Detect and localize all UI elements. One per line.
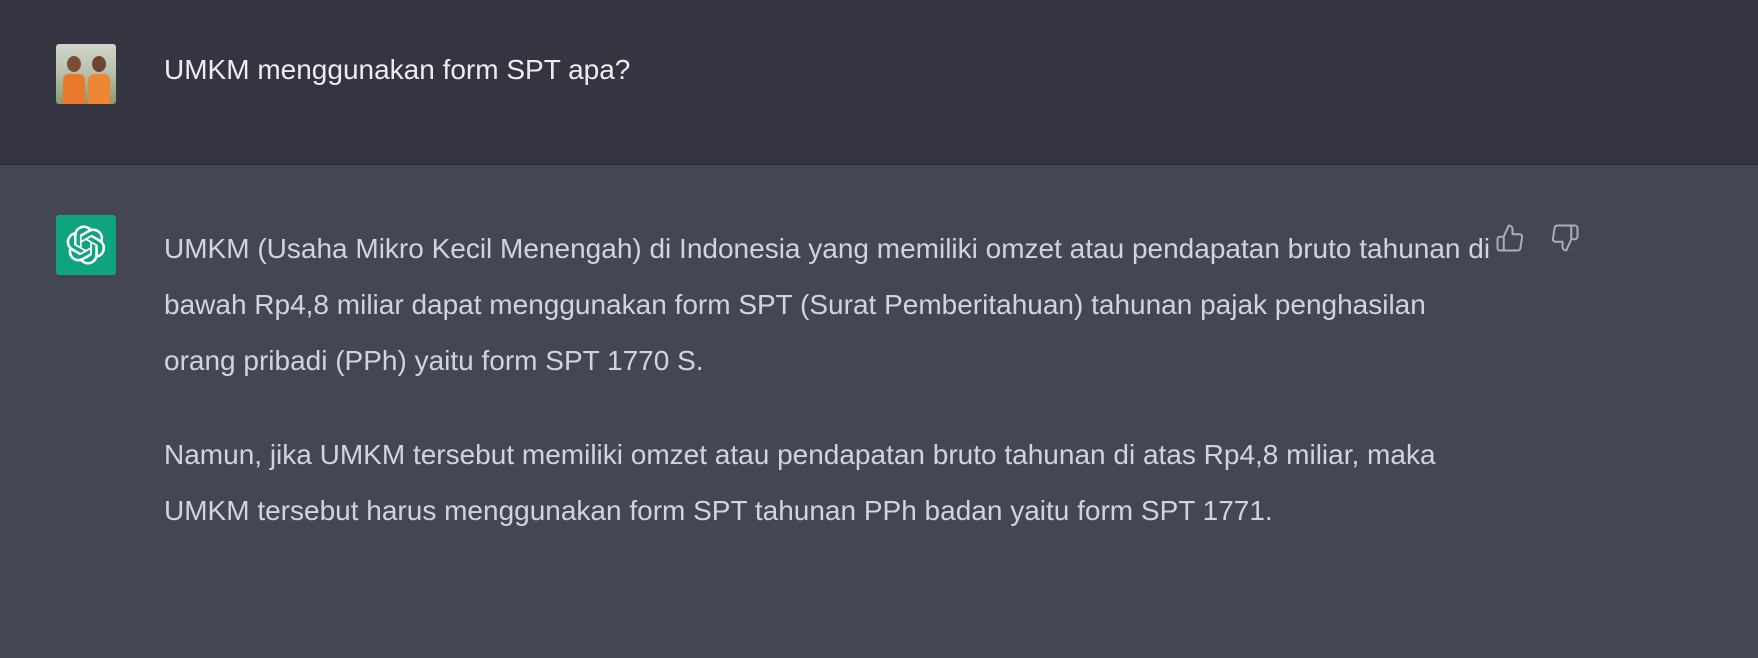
user-message-row: UMKM menggunakan form SPT apa? (0, 0, 1758, 165)
assistant-message-text: UMKM (Usaha Mikro Kecil Menengah) di Ind… (164, 221, 1504, 577)
answer-paragraph: UMKM (Usaha Mikro Kecil Menengah) di Ind… (164, 233, 1491, 376)
avatar-figure-body (88, 74, 110, 104)
avatar-figure-body (63, 74, 85, 104)
thumbs-down-icon (1551, 224, 1579, 252)
answer-paragraph: Namun, jika UMKM tersebut memiliki omzet… (164, 439, 1436, 526)
avatar-figure-head (92, 56, 106, 72)
avatar-figure-head (67, 56, 81, 72)
user-avatar (56, 44, 116, 104)
assistant-message-row: UMKM (Usaha Mikro Kecil Menengah) di Ind… (0, 165, 1758, 658)
openai-logo-icon (66, 225, 106, 265)
thumbs-up-icon (1496, 224, 1524, 252)
thumbs-down-button[interactable] (1548, 221, 1582, 255)
chat-thread: UMKM menggunakan form SPT apa? UMKM (Usa… (0, 0, 1758, 658)
user-message-text: UMKM menggunakan form SPT apa? (164, 54, 631, 85)
thumbs-up-button[interactable] (1493, 221, 1527, 255)
assistant-avatar (56, 215, 116, 275)
